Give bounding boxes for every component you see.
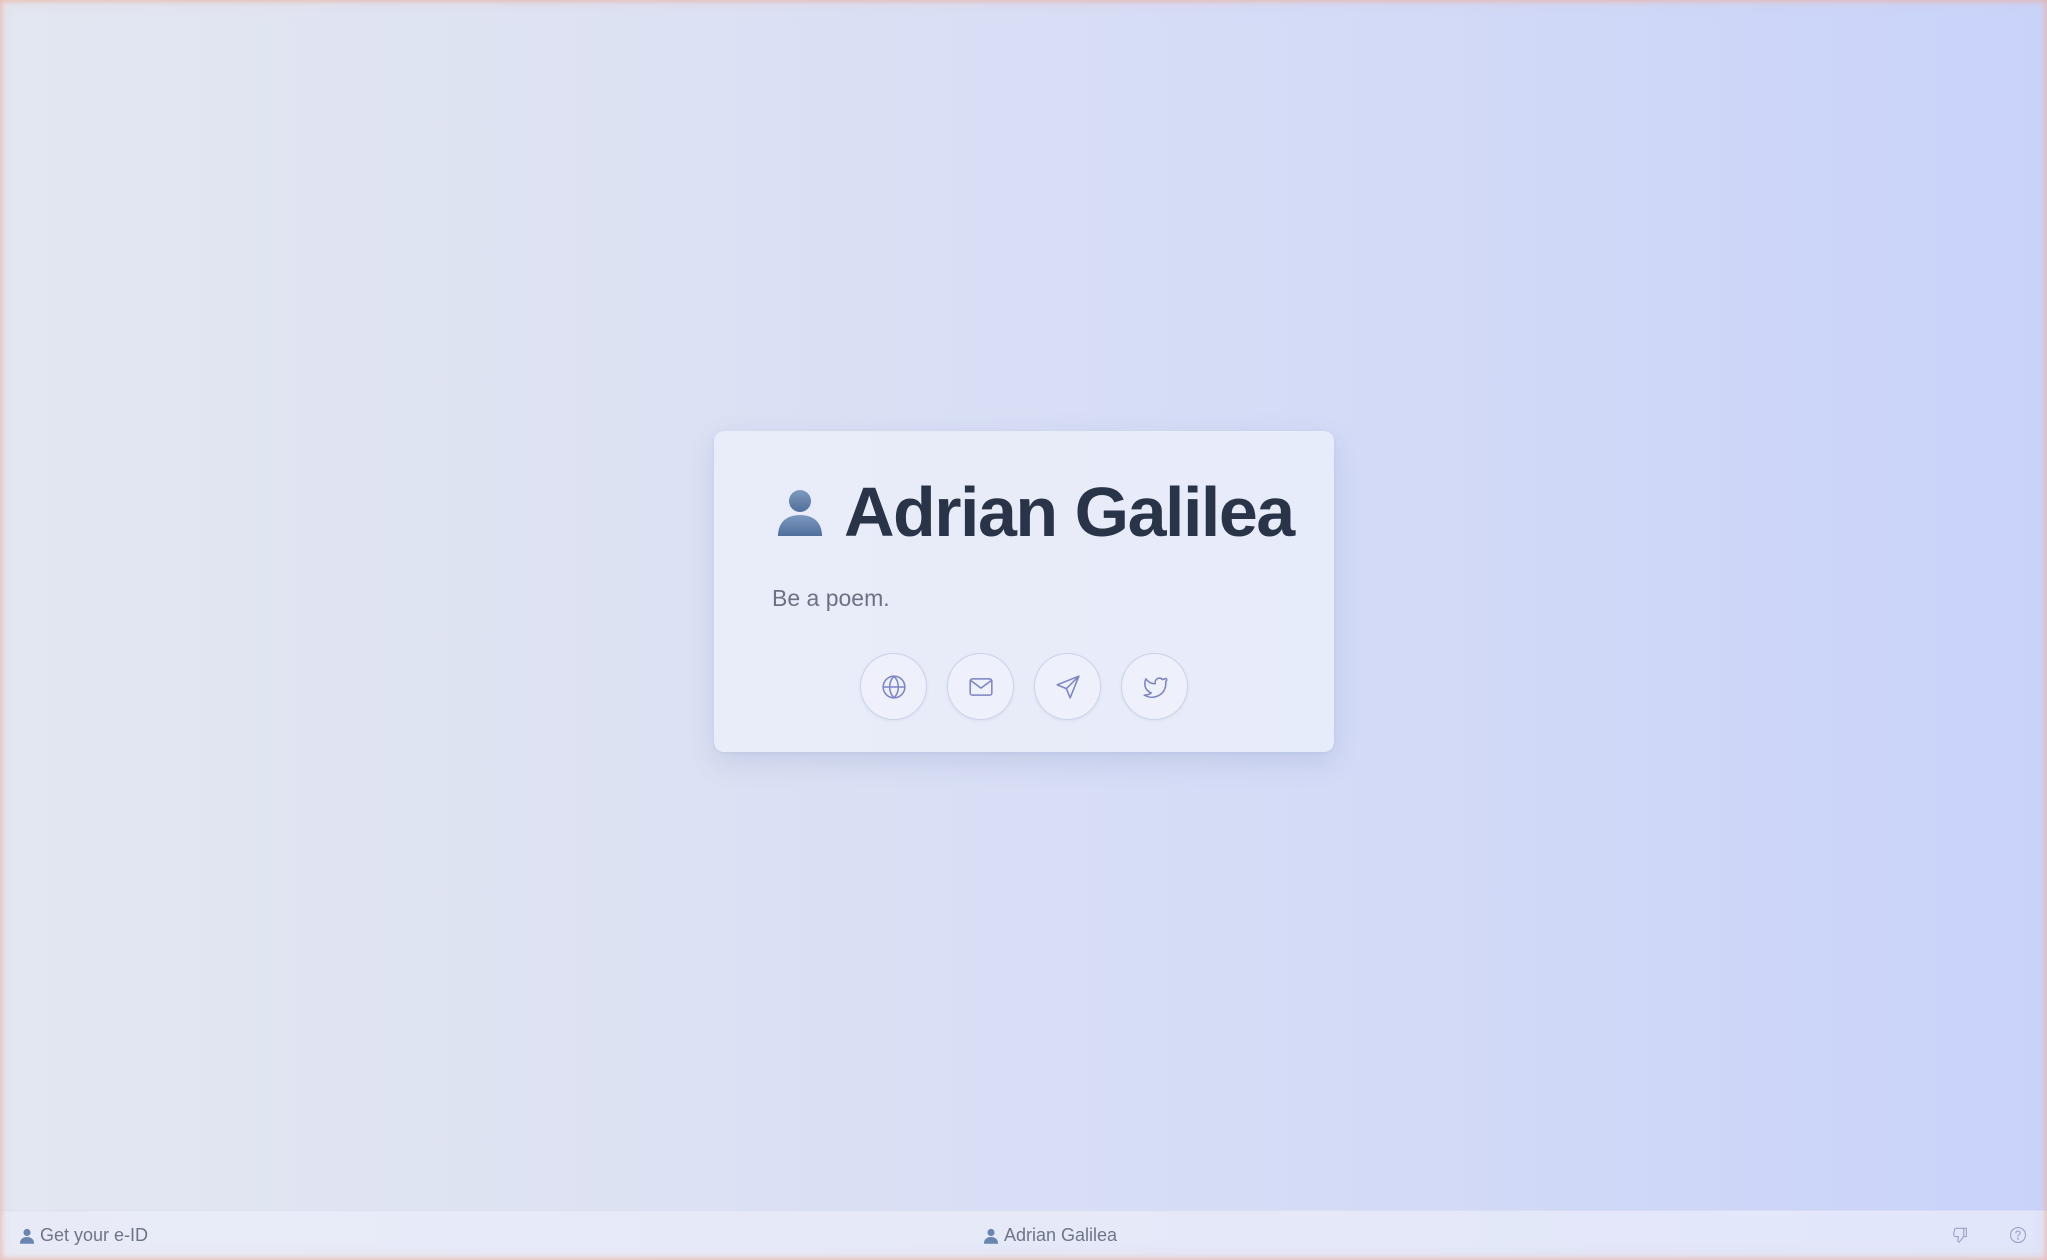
help-icon[interactable]	[2008, 1225, 2028, 1245]
website-link-button[interactable]	[860, 653, 927, 720]
profile-name: Adrian Galilea	[844, 473, 1295, 551]
thumbs-down-icon[interactable]	[1950, 1225, 1970, 1245]
social-links	[714, 653, 1334, 720]
person-silhouette-icon	[772, 484, 828, 540]
person-silhouette-icon	[982, 1227, 1000, 1245]
twitter-icon	[1142, 674, 1168, 700]
footer-profile-name: Adrian Galilea	[982, 1225, 1117, 1246]
send-icon	[1055, 674, 1081, 700]
globe-icon	[881, 674, 907, 700]
profile-card: Adrian Galilea Be a poem.	[714, 431, 1334, 752]
footer-name-label: Adrian Galilea	[1004, 1225, 1118, 1245]
twitter-link-button[interactable]	[1121, 653, 1188, 720]
telegram-link-button[interactable]	[1034, 653, 1101, 720]
mail-icon	[968, 674, 994, 700]
profile-header: Adrian Galilea	[772, 471, 1295, 553]
email-link-button[interactable]	[947, 653, 1014, 720]
page-background: Adrian Galilea Be a poem.	[0, 0, 2047, 1210]
profile-tagline: Be a poem.	[772, 585, 890, 611]
get-eid-label: Get your e-ID	[40, 1225, 149, 1245]
person-silhouette-icon	[18, 1227, 36, 1245]
footer-bar: Get your e-ID Adrian Galilea	[0, 1210, 2047, 1260]
get-eid-link[interactable]: Get your e-ID	[18, 1225, 148, 1246]
